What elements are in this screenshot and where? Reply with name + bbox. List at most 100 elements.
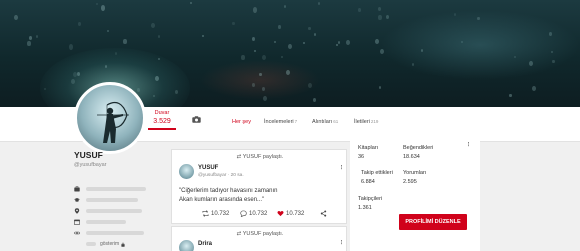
rain-drop [232,22,235,26]
rain-drop [151,23,155,28]
rain-drop [509,94,512,98]
retweet-icon: ⇄ [236,154,242,160]
tab-label: Alıntıları [312,119,333,125]
rain-drop [358,8,361,12]
redacted-text [86,231,144,235]
rain-drop [27,41,31,46]
stat-yorumlari[interactable]: Yorumları 2.595 [403,170,426,185]
post-card[interactable]: ⇄ YUSUF paylaştı. Drira ··· [171,226,347,251]
rain-drop [551,51,553,54]
redacted-text [86,187,146,191]
rain-drop [69,44,74,50]
tab-iletileri[interactable]: İletileri219 [354,119,378,125]
redacted-text [86,220,126,224]
rain-drop [386,15,390,20]
rain-drop [284,5,287,9]
like-count: 10.732 [286,210,305,217]
cover-glow [380,10,580,80]
rain-drop [253,7,258,13]
info-row-date [74,218,126,226]
rain-drop [252,37,256,42]
stat-label: Kitapları [358,145,379,151]
redacted-text [86,242,96,246]
redacted-text [86,198,138,202]
wall-stat[interactable]: Duvar 3.529 [148,110,176,130]
rain-drop [29,36,32,40]
visibility-text: gösterim [100,241,120,247]
share-icon [320,210,327,217]
like-button[interactable]: 10.732 [277,210,304,217]
tab-her-sey[interactable]: Her şey [232,119,251,125]
archer-silhouette-icon [97,102,129,143]
rain-drop [190,2,192,5]
tab-incelemeleri[interactable]: İncelemeleri7 [264,119,297,125]
rain-drop [202,35,204,38]
tab-alintilari[interactable]: Alıntıları61 [312,119,338,125]
stat-label: Beğendikleri [403,145,434,151]
post-card[interactable]: ⇄ YUSUF paylaştı. YUSUF @yusufbayar · 20… [171,149,347,224]
stat-value: 1.361 [358,205,372,211]
profile-page: Duvar 3.529 Her şey İncelemeleri7 Alıntı… [0,0,580,251]
more-icon[interactable]: ··· [337,239,346,244]
shared-indicator: ⇄ YUSUF paylaştı. [172,154,348,160]
rain-drop [14,15,18,20]
post-author-name[interactable]: Drira [198,241,212,247]
graduation-cap-icon [74,198,80,202]
rain-drop [461,41,463,44]
post-meta: @yusufbayar · 20 sa. [198,173,244,178]
post-text-line: "Ciğerlerim tadıyor havasını zamanın [179,188,278,194]
edit-profile-button[interactable]: PROFİLİMİ DÜZENLE [399,214,467,230]
stat-value: 18.634 [403,154,420,160]
rain-drop [549,32,552,36]
cover-glow [200,60,320,100]
rain-drop [318,2,321,6]
share-button[interactable] [320,210,329,217]
camera-icon[interactable] [192,116,201,123]
rain-drop [281,56,283,59]
rain-drop [375,39,379,44]
post-author-avatar[interactable] [179,164,194,179]
more-icon[interactable]: ··· [464,141,473,146]
stat-takip-ettikleri[interactable]: Takip ettikleri 6.884 [361,170,393,185]
rain-drop [259,73,262,77]
post-author-avatar[interactable] [179,240,194,251]
tab-count: 219 [370,119,379,124]
avatar[interactable] [74,82,146,154]
stat-value: 6.884 [361,179,375,185]
rain-drop [241,55,245,60]
rain-drop [303,42,305,45]
tab-label: İletileri [354,119,370,125]
rain-drop [378,7,381,11]
stat-kitaplari[interactable]: Kitapları 36 [358,145,378,160]
tab-label: İncelemeleri [264,119,294,125]
rain-drop [78,22,81,26]
rain-drop [313,98,317,103]
rain-drop [288,44,293,50]
info-row-education [74,196,138,204]
post-body: "Ciğerlerim tadıyor havasını zamanın Aka… [179,187,339,204]
stat-takipcileri[interactable]: Takipçileri 1.361 [358,196,382,211]
rain-drop [36,35,39,38]
comment-button[interactable]: 10.732 [240,210,267,217]
rain-drop [274,41,276,43]
tab-count: 61 [333,119,339,124]
post-actions: 10.732 10.732 10.732 [202,210,342,219]
rain-drop [379,86,382,89]
more-icon[interactable]: ··· [337,164,346,169]
rain-drop [96,3,98,6]
link-icon [74,231,80,235]
rain-drop [263,96,268,102]
rain-drop [378,15,382,20]
profile-info: YUSUF @yusufbayar gösterim [74,150,169,247]
post-author-name[interactable]: YUSUF [198,165,218,171]
tab-count: 7 [294,119,298,124]
rain-drop [101,5,106,11]
info-row-visibility: gösterim [74,240,125,248]
rain-drop [44,88,46,91]
retweet-button[interactable]: 10.732 [202,210,229,217]
rain-drop [123,39,127,44]
stat-begendikleri[interactable]: Beğendikleri 18.634 [403,145,433,160]
retweet-icon [202,210,209,217]
briefcase-icon [74,186,80,192]
rain-drop [252,83,255,87]
